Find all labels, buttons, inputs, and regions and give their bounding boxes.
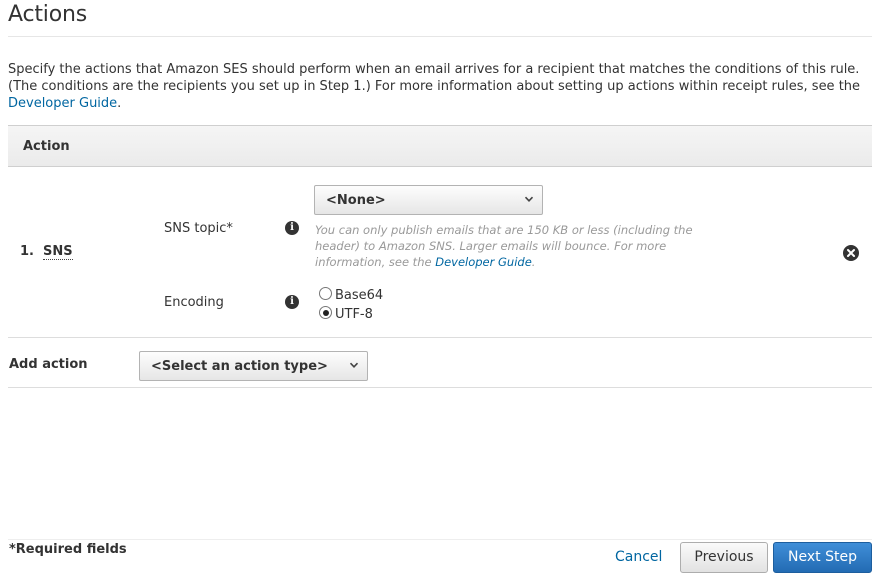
encoding-option-base64[interactable]: Base64 xyxy=(319,287,383,303)
sns-topic-info-icon[interactable]: i xyxy=(285,221,299,235)
add-action-label: Add action xyxy=(9,357,88,372)
required-fields-note: *Required fields xyxy=(9,542,127,557)
description-suffix: . xyxy=(117,96,122,111)
sns-topic-select[interactable]: <None> xyxy=(314,185,543,215)
encoding-option-label: UTF-8 xyxy=(335,307,373,322)
close-icon xyxy=(847,249,855,257)
sns-topic-select-value: <None> xyxy=(326,193,386,208)
action-number: 1. xyxy=(20,244,34,259)
actions-table-header: Action xyxy=(8,125,872,167)
action-row-divider xyxy=(8,337,872,338)
encoding-option-label: Base64 xyxy=(335,288,384,303)
description-text: Specify the actions that Amazon SES shou… xyxy=(8,62,861,94)
action-column-header: Action xyxy=(23,139,70,154)
sns-developer-guide-link[interactable]: Developer Guide xyxy=(435,255,532,269)
sns-topic-label: SNS topic* xyxy=(164,221,233,236)
sns-topic-help: You can only publish emails that are 150… xyxy=(315,222,710,270)
sns-help-suffix: . xyxy=(531,255,536,269)
remove-action-icon[interactable] xyxy=(843,245,859,261)
add-action-select[interactable]: <Select an action type> xyxy=(139,351,368,381)
encoding-option-utf8[interactable]: UTF-8 xyxy=(319,306,373,322)
footer-divider xyxy=(8,539,872,540)
next-step-button[interactable]: Next Step xyxy=(773,542,872,573)
previous-button[interactable]: Previous xyxy=(680,542,768,573)
add-action-divider xyxy=(8,387,872,388)
radio-checked-icon[interactable] xyxy=(319,306,332,319)
action-type-sns[interactable]: SNS xyxy=(43,244,73,260)
radio-unchecked-icon[interactable] xyxy=(319,287,332,300)
encoding-info-icon[interactable]: i xyxy=(285,295,299,309)
cancel-link[interactable]: Cancel xyxy=(615,549,662,565)
developer-guide-link[interactable]: Developer Guide xyxy=(8,96,117,111)
add-action-select-value: <Select an action type> xyxy=(151,359,328,374)
encoding-label: Encoding xyxy=(164,295,224,310)
chevron-down-icon xyxy=(349,362,359,368)
title-divider xyxy=(8,36,872,37)
page-description: Specify the actions that Amazon SES shou… xyxy=(8,61,874,112)
page-title: Actions xyxy=(8,2,87,27)
chevron-down-icon xyxy=(524,196,534,202)
